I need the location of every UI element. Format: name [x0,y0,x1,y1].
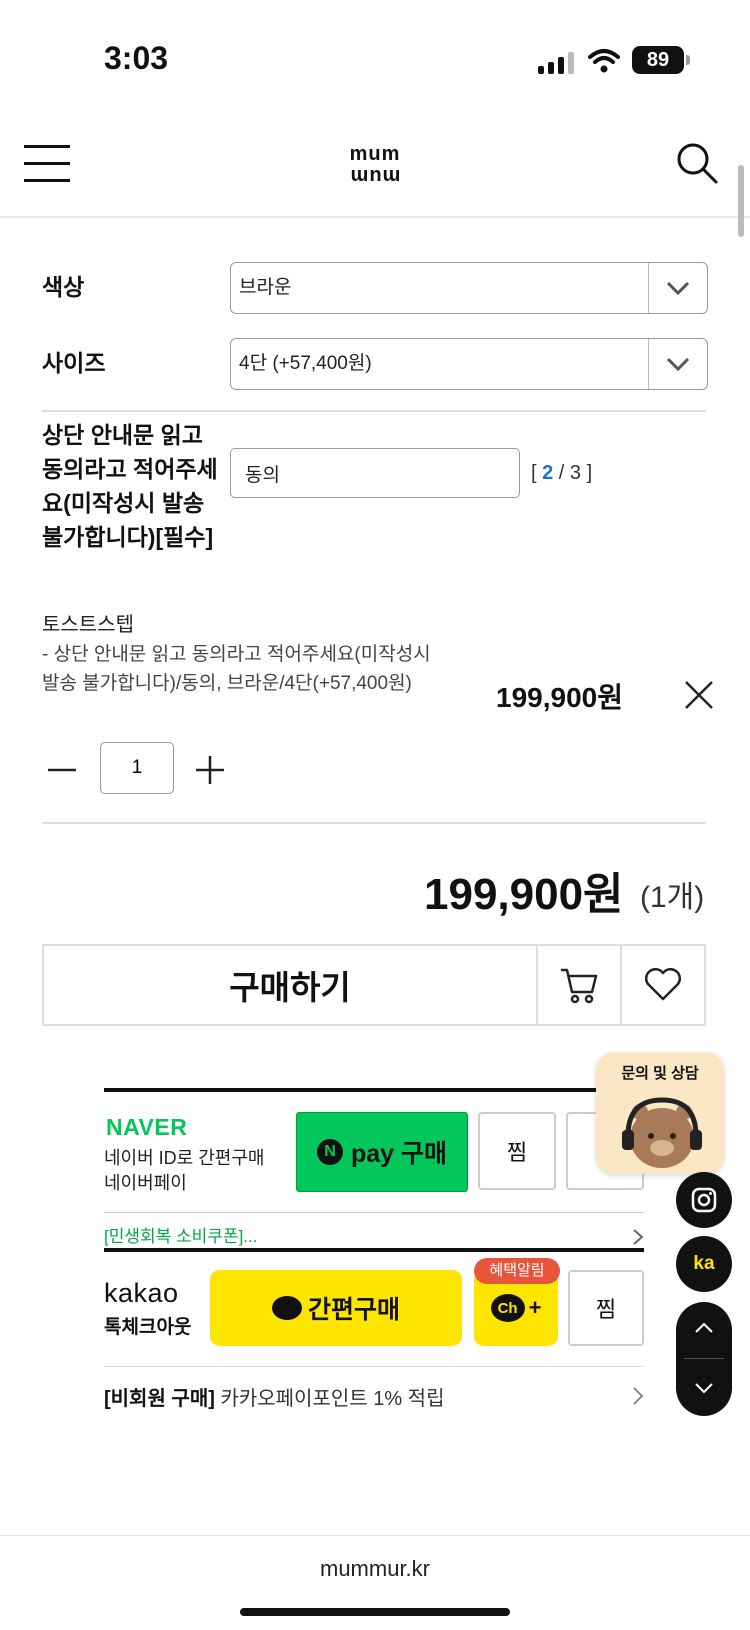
kakao-checkout-label: 톡체크아웃 [104,1317,192,1338]
search-icon[interactable] [676,142,718,184]
instagram-icon [691,1187,717,1213]
product-name: 토스트스텝 [42,614,134,636]
naver-section-border [104,1088,644,1092]
kakao-section-border [104,1248,644,1252]
chevron-down-icon[interactable] [694,1382,714,1394]
naver-desc-line2: 네이버페이 [104,1173,187,1193]
menu-icon[interactable] [24,145,70,183]
quantity-input[interactable] [100,742,174,794]
battery-tip [686,55,690,65]
naver-pay-button[interactable]: N pay 구매 [296,1112,468,1192]
logo-top: mum [349,143,401,165]
counter-total: 3 [569,462,582,484]
minus-icon[interactable] [46,754,78,786]
header-divider [0,216,750,218]
bear-headset-icon [622,1097,702,1168]
product-divider [42,822,706,824]
size-label: 사이즈 [42,350,106,376]
color-value: 브라운 [239,277,292,298]
chevron-down-icon[interactable] [648,263,707,313]
kakao-wish-button[interactable]: 찜 [568,1270,644,1346]
kakao-logo: kakao [104,1278,179,1308]
talk-bubble-icon [271,1296,302,1320]
kakao-buy-button[interactable]: 간편구매 [210,1270,462,1346]
scrollbar[interactable] [738,165,744,237]
instagram-button[interactable] [676,1172,732,1228]
status-time: 3:03 [104,40,169,76]
battery-indicator: 89 [632,46,684,74]
heart-icon [645,968,681,1001]
color-select[interactable]: 브라운 [230,262,708,314]
plus-icon: + [528,1295,542,1320]
product-price: 199,900원 [496,682,623,713]
footer-divider [0,1535,750,1536]
plus-icon[interactable] [194,754,226,786]
naver-logo: NAVER [106,1114,188,1140]
size-value: 4단 (+57,400원) [239,353,372,374]
kakao-channel-fab[interactable]: ka [676,1236,732,1292]
naver-desc-line1: 네이버 ID로 간편구매 [104,1148,265,1168]
scroll-divider [684,1358,724,1359]
cellular-signal-icon [538,52,574,74]
counter-current: 2 [542,462,554,484]
nonmember-bold: [비회원 구매] [104,1388,215,1410]
color-label: 색상 [42,274,85,300]
brand-logo[interactable]: mum mum [340,143,410,187]
coupon-divider [104,1212,644,1213]
agree-label: 상단 안내문 읽고 동의라고 적어주세요(미작성시 발송 불가합니다)[필수] [42,422,218,550]
npay-n-icon: N [316,1139,343,1165]
benefit-badge: 혜택알림 [474,1258,560,1284]
kakao-buy-label: 간편구매 [307,1296,400,1324]
char-counter: [ 2 / 3 ] [531,462,593,484]
total-count: (1개) [640,881,705,914]
channel-icon: Ch [490,1294,525,1322]
nonmember-text: 카카오페이포인트 1% 적립 [214,1388,445,1410]
size-select[interactable]: 4단 (+57,400원) [230,338,708,390]
cart-icon [561,968,598,1004]
naver-description: 네이버 ID로 간편구매 네이버페이 [104,1146,264,1196]
consult-widget[interactable]: 문의 및 상담 [596,1052,724,1174]
consult-label: 문의 및 상담 [621,1065,699,1082]
cart-button[interactable] [536,946,620,1024]
address-bar-url[interactable]: mummur.kr [0,1556,750,1582]
npay-label: pay 구매 [350,1140,448,1168]
purchase-actions: 구매하기 [42,944,706,1026]
chevron-down-icon[interactable] [648,339,707,389]
wifi-icon [588,49,620,73]
scroll-buttons [676,1302,732,1416]
wishlist-button[interactable] [620,946,704,1024]
chevron-right-icon[interactable] [632,1228,644,1246]
close-icon[interactable] [684,680,714,710]
home-indicator[interactable] [240,1608,510,1616]
naver-wish-button[interactable]: 찜 [478,1112,556,1190]
chevron-right-icon[interactable] [632,1386,644,1406]
buy-button[interactable]: 구매하기 [44,946,536,1024]
product-option: - 상단 안내문 읽고 동의라고 적어주세요(미작성시 발송 불가합니다)/동의… [42,644,431,694]
kakao-divider [104,1366,644,1367]
logo-bottom: mum [349,165,401,187]
chevron-up-icon[interactable] [694,1322,714,1334]
total-price: 199,900원 [424,870,624,919]
coupon-link[interactable]: [민생회복 소비쿠폰]... [104,1222,257,1247]
agree-input[interactable] [230,448,520,498]
nonmember-link[interactable]: [비회원 구매] 카카오페이포인트 1% 적립 [104,1382,444,1411]
options-divider [42,410,706,412]
